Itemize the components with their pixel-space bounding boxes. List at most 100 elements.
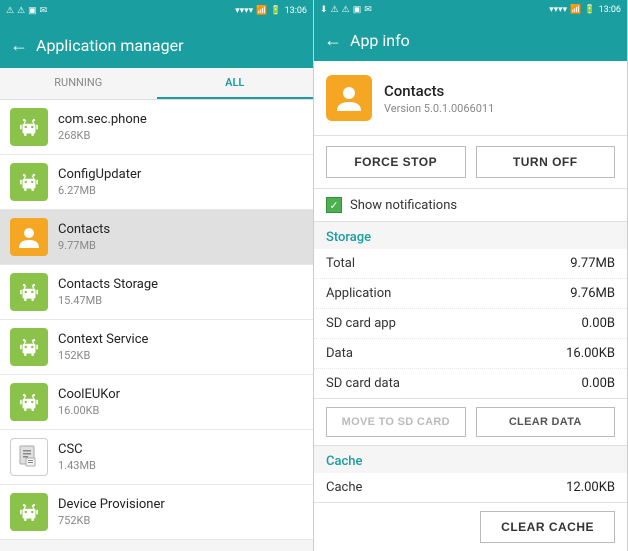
list-item[interactable]: Contacts Storage 15.47MB: [0, 265, 313, 320]
app-name: Context Service: [58, 332, 303, 347]
storage-row-data: Data 16.00KB: [314, 339, 627, 369]
warning-icon: ⚠: [6, 6, 14, 16]
right-time: 13:06: [599, 5, 621, 15]
signal-icon: ▾▾▾▾: [235, 6, 253, 16]
clear-data-button[interactable]: CLEAR DATA: [476, 407, 616, 437]
list-item-contacts[interactable]: Contacts 9.77MB: [0, 210, 313, 265]
left-status-bar: ⚠ ⚠ ▣ ✉ ▾▾▾▾ 📶 🔋 13:06: [0, 0, 313, 22]
app-icon-context-service: [10, 328, 48, 366]
list-item[interactable]: CoolEUKor 16.00KB: [0, 375, 313, 430]
message-icon: ✉: [364, 5, 372, 15]
app-name: CoolEUKor: [58, 387, 303, 402]
app-info-section: Contacts Version 5.0.1.0066011: [314, 61, 627, 136]
storage-row-sd-card-data: SD card data 0.00B: [314, 369, 627, 398]
storage-value-sd-card-app: 0.00B: [582, 316, 615, 331]
tab-all[interactable]: ALL: [157, 68, 314, 99]
right-panel: ⬇ ⚠ ⚠ ▣ ✉ ▾▾▾▾ 📶 🔋 13:06 ← App info Cont…: [314, 0, 628, 551]
storage-value-data: 16.00KB: [566, 346, 615, 361]
app-info-csc: CSC 1.43MB: [58, 442, 303, 472]
app-info-context-service: Context Service 152KB: [58, 332, 303, 362]
app-size: 16.00KB: [58, 404, 303, 417]
app-action-buttons: FORCE STOP TURN OFF: [314, 136, 627, 189]
storage-section-title: Storage: [314, 222, 627, 249]
right-status-right-icons: ▾▾▾▾ 📶 🔋 13:06: [549, 5, 621, 15]
move-to-sd-card-button[interactable]: MOVE TO SD CARD: [326, 407, 466, 437]
app-size: 152KB: [58, 349, 303, 362]
android-robot-icon: [16, 499, 42, 525]
right-status-bar: ⬇ ⚠ ⚠ ▣ ✉ ▾▾▾▾ 📶 🔋 13:06: [314, 0, 627, 19]
list-item[interactable]: CSC 1.43MB: [0, 430, 313, 485]
cache-section-title: Cache: [314, 446, 627, 473]
notifications-checkbox[interactable]: [326, 197, 342, 213]
app-icon-csc: [10, 438, 48, 476]
sim-icon: ▣: [353, 5, 362, 15]
left-status-icons: ⚠ ⚠ ▣ ✉: [6, 6, 47, 16]
warning-icon: ⚠: [331, 5, 339, 15]
left-header-title: Application manager: [36, 36, 183, 55]
turn-off-button[interactable]: TURN OFF: [476, 146, 616, 178]
app-meta: Contacts Version 5.0.1.0066011: [384, 82, 494, 115]
download-icon: ⬇: [320, 5, 328, 15]
app-info-contacts: Contacts 9.77MB: [58, 222, 303, 252]
storage-label-data: Data: [326, 346, 353, 361]
list-item[interactable]: ConfigUpdater 6.27MB: [0, 155, 313, 210]
document-icon: [16, 444, 42, 470]
app-icon-contacts: [10, 218, 48, 256]
wifi-icon: 📶: [256, 6, 267, 16]
storage-value-total: 9.77MB: [570, 256, 615, 271]
cache-action-buttons: CLEAR CACHE: [314, 503, 627, 551]
app-size: 15.47MB: [58, 294, 303, 307]
storage-label-total: Total: [326, 256, 355, 271]
android-robot-icon: [16, 279, 42, 305]
contact-person-icon: [16, 224, 42, 250]
app-name: CSC: [58, 442, 303, 457]
app-icon-cooleukor: [10, 383, 48, 421]
app-icon-device-provisioner: [10, 493, 48, 531]
app-name: Contacts: [58, 222, 303, 237]
storage-row-total: Total 9.77MB: [314, 249, 627, 279]
notifications-label: Show notifications: [350, 198, 457, 213]
warning-icon-2: ⚠: [17, 6, 25, 16]
left-back-button[interactable]: ←: [10, 35, 28, 56]
cache-value: 12.00KB: [566, 480, 615, 495]
android-robot-icon: [16, 169, 42, 195]
storage-row-sd-card-app: SD card app 0.00B: [314, 309, 627, 339]
message-icon: ✉: [40, 6, 48, 16]
app-info-device-provisioner: Device Provisioner 752KB: [58, 497, 303, 527]
list-item[interactable]: com.sec.phone 268KB: [0, 100, 313, 155]
app-size: 9.77MB: [58, 239, 303, 252]
app-info-contacts-storage: Contacts Storage 15.47MB: [58, 277, 303, 307]
storage-label-sd-card-app: SD card app: [326, 316, 396, 331]
app-info-config-updater: ConfigUpdater 6.27MB: [58, 167, 303, 197]
storage-value-sd-card-data: 0.00B: [582, 376, 615, 391]
force-stop-button[interactable]: FORCE STOP: [326, 146, 466, 178]
android-robot-icon: [16, 114, 42, 140]
clear-cache-button[interactable]: CLEAR CACHE: [480, 511, 615, 543]
wifi-icon: 📶: [570, 5, 581, 15]
storage-row-application: Application 9.76MB: [314, 279, 627, 309]
app-icon-contacts-storage: [10, 273, 48, 311]
contacts-app-icon: [326, 75, 372, 121]
right-back-button[interactable]: ←: [324, 30, 342, 51]
app-info-cooleukor: CoolEUKor 16.00KB: [58, 387, 303, 417]
app-size: 752KB: [58, 514, 303, 527]
left-status-right-icons: ▾▾▾▾ 📶 🔋 13:06: [235, 6, 307, 16]
app-name: ConfigUpdater: [58, 167, 303, 182]
app-icon-com-sec-phone: [10, 108, 48, 146]
app-manager-tabs: RUNNING ALL: [0, 68, 313, 100]
tab-running[interactable]: RUNNING: [0, 68, 157, 99]
left-header: ← Application manager: [0, 22, 313, 68]
app-name: Device Provisioner: [58, 497, 303, 512]
right-status-icons: ⬇ ⚠ ⚠ ▣ ✉: [320, 5, 372, 15]
storage-label-application: Application: [326, 286, 391, 301]
cache-label: Cache: [326, 480, 362, 495]
list-item[interactable]: Device Provisioner 752KB: [0, 485, 313, 540]
app-size: 268KB: [58, 129, 303, 142]
warning-icon-2: ⚠: [342, 5, 350, 15]
list-item[interactable]: Context Service 152KB: [0, 320, 313, 375]
android-robot-icon: [16, 334, 42, 360]
app-info-com-sec-phone: com.sec.phone 268KB: [58, 112, 303, 142]
android-robot-icon: [16, 389, 42, 415]
right-header: ← App info: [314, 19, 627, 61]
left-panel: ⚠ ⚠ ▣ ✉ ▾▾▾▾ 📶 🔋 13:06 ← Application man…: [0, 0, 314, 551]
